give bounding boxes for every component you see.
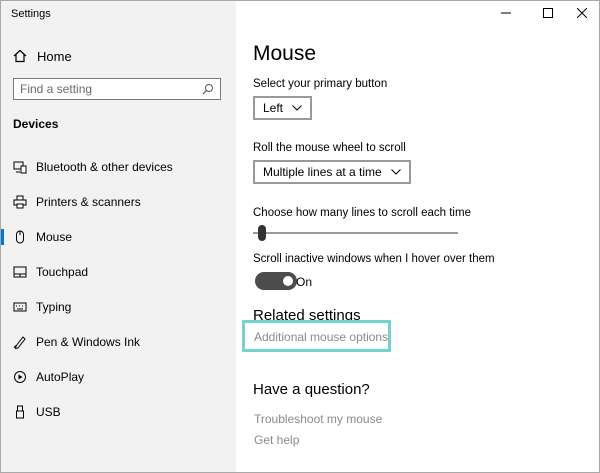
sidebar-item-label: Pen & Windows Ink (36, 334, 141, 349)
sidebar-item-printers[interactable]: Printers & scanners (1, 184, 236, 219)
question-heading: Have a question? (253, 381, 370, 398)
toggle-knob (283, 276, 293, 286)
slider-thumb[interactable] (258, 225, 266, 241)
sidebar-item-typing[interactable]: Typing (1, 289, 236, 324)
chevron-down-icon (390, 169, 401, 175)
sidebar-item-usb[interactable]: USB (1, 394, 236, 429)
sidebar-item-autoplay[interactable]: AutoPlay (1, 359, 236, 394)
search-input[interactable]: Find a setting (13, 78, 221, 100)
sidebar: Settings Home Find a setting Devices Blu… (1, 1, 236, 472)
sidebar-item-label: Typing (36, 299, 72, 314)
main-panel: Mouse Select your primary button Left Ro… (253, 1, 593, 472)
sidebar-item-label: USB (36, 404, 61, 419)
touchpad-icon (13, 265, 27, 279)
primary-button-value: Left (263, 101, 284, 115)
chevron-down-icon (292, 105, 302, 111)
primary-button-dropdown[interactable]: Left (253, 96, 313, 120)
window-title: Settings (11, 8, 51, 20)
sidebar-item-mouse[interactable]: Mouse (1, 219, 236, 254)
bluetooth-devices-icon (13, 160, 27, 174)
get-help-link[interactable]: Get help (254, 433, 299, 447)
home-icon (13, 48, 29, 64)
autoplay-icon (13, 370, 27, 384)
inactive-scroll-toggle[interactable] (255, 272, 297, 290)
sidebar-item-label: AutoPlay (36, 369, 85, 384)
troubleshoot-link[interactable]: Troubleshoot my mouse (254, 412, 382, 426)
usb-icon (13, 405, 27, 419)
settings-window: Settings Home Find a setting Devices Blu… (0, 0, 600, 473)
sidebar-item-label: Printers & scanners (36, 194, 141, 209)
home-label: Home (37, 48, 72, 64)
lines-to-scroll-label: Choose how many lines to scroll each tim… (253, 207, 471, 219)
home-link[interactable]: Home (13, 47, 72, 65)
search-icon (202, 83, 214, 95)
sidebar-item-label: Bluetooth & other devices (36, 159, 173, 174)
primary-button-label: Select your primary button (253, 78, 388, 90)
sidebar-item-touchpad[interactable]: Touchpad (1, 254, 236, 289)
search-placeholder: Find a setting (20, 82, 93, 96)
printer-icon (13, 195, 27, 209)
sidebar-nav: Bluetooth & other devices Printers & sca… (1, 149, 236, 429)
section-label-devices: Devices (13, 117, 59, 131)
sidebar-item-label: Touchpad (36, 264, 89, 279)
sidebar-item-bluetooth[interactable]: Bluetooth & other devices (1, 149, 236, 184)
inactive-scroll-label: Scroll inactive windows when I hover ove… (253, 253, 495, 265)
scroll-wheel-dropdown[interactable]: Multiple lines at a time (253, 160, 411, 184)
mouse-icon (13, 230, 27, 244)
scroll-wheel-value: Multiple lines at a time (263, 165, 382, 179)
page-title: Mouse (253, 42, 317, 65)
sidebar-item-label: Mouse (36, 229, 73, 244)
toggle-state-label: On (296, 275, 313, 289)
highlight-box (242, 320, 391, 352)
pen-icon (13, 335, 27, 349)
sidebar-item-pen[interactable]: Pen & Windows Ink (1, 324, 236, 359)
lines-to-scroll-slider[interactable] (253, 232, 458, 234)
scroll-wheel-label: Roll the mouse wheel to scroll (253, 142, 406, 154)
keyboard-icon (13, 300, 27, 314)
